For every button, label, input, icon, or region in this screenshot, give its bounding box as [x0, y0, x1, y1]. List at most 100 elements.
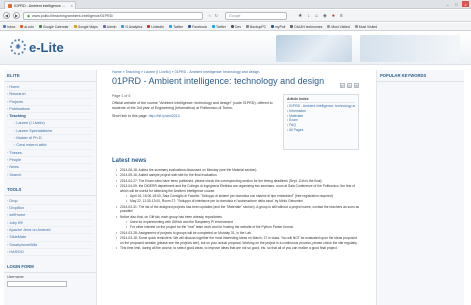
bookmark-item[interactable]: myPoli: [271, 25, 285, 29]
bookmark-item[interactable]: Most Visited: [327, 24, 350, 29]
print-icon[interactable]: ⎙: [347, 83, 352, 88]
article-index-list: 01PRD - Ambient intelligence: technology…: [287, 104, 355, 133]
star-icon[interactable]: ☆: [208, 13, 212, 18]
username-field[interactable]: [7, 281, 67, 288]
tab-close-icon[interactable]: ×: [71, 3, 73, 8]
toolbar-icons: ★ ↓ ⌂ ◈ ● ≡: [298, 13, 343, 19]
minimize-icon[interactable]: –: [444, 1, 451, 7]
news-item: 2014-03-18: Some quick reminders: We wil…: [116, 236, 360, 245]
sidebar-item[interactable]: People: [7, 157, 93, 165]
site-header: ✺ e-Lite: [0, 32, 471, 65]
sidebar-item[interactable]: News: [7, 164, 93, 172]
news-item: This time limit, during all the course, …: [116, 246, 360, 251]
tools-item[interactable]: SlideMate: [7, 234, 93, 242]
url-bar[interactable]: ◉ www.polito.it/teaching/ambient-intelli…: [23, 11, 203, 20]
breadcrumb[interactable]: Home » Teaching » Lauree (I Livello) » 0…: [112, 70, 362, 74]
bookmark-item[interactable]: Twitter: [169, 25, 183, 29]
sidebar-item[interactable]: Teaching: [7, 113, 93, 121]
forward-icon[interactable]: ▶: [13, 12, 20, 19]
tools-item[interactable]: Apache Jena on Android: [7, 227, 93, 235]
sidebar-item[interactable]: Research: [7, 91, 93, 99]
reload-icon[interactable]: ↻: [215, 13, 218, 18]
tools-item[interactable]: Drop: [7, 198, 93, 206]
sidebar-item[interactable]: Lauree (I Livello): [7, 120, 93, 128]
bookmark-item[interactable]: Google Calendar: [38, 24, 69, 29]
news-item: 2014-03-31: The list of the assigned pro…: [116, 205, 360, 214]
tools-item[interactable]: DropBox: [7, 205, 93, 213]
page-number: Page 1 of 5: [112, 94, 131, 98]
sidebar-item[interactable]: Publications: [7, 106, 93, 114]
news-item: For other interest on the project for th…: [126, 225, 360, 230]
bookmark-item[interactable]: Admin: [102, 25, 116, 29]
intro-box: Page 1 of 5 Official website of the cour…: [112, 94, 274, 154]
article-index-title: Article Index: [287, 97, 355, 103]
bookmark-icon: [38, 25, 42, 28]
username-label: Username: [7, 275, 24, 280]
site-logo[interactable]: ✺ e-Lite: [10, 39, 64, 55]
bookmark-label: DAUIN technomes: [294, 24, 323, 29]
sidebar-item[interactable]: Corsi esterni attivi: [7, 142, 93, 150]
back-icon[interactable]: ◀: [3, 12, 10, 19]
sidebar-item[interactable]: Home: [7, 84, 93, 92]
page-tools: P ⎙ ✉: [340, 83, 359, 88]
bookmark-icon: [147, 25, 151, 28]
bookmark-item[interactable]: G Analytics: [121, 25, 142, 29]
main-content: Home » Teaching » Lauree (I Livello) » 0…: [112, 70, 362, 305]
bookmark-label: Twitter: [216, 24, 227, 29]
bookmark-item[interactable]: Inbox: [3, 25, 15, 29]
intro-text: Official website of the course "Ambient …: [112, 101, 273, 110]
url-actions: ☆ ↻: [208, 13, 218, 18]
bookmark-label: Dev: [235, 24, 242, 29]
bookmark-item[interactable]: DAUIN technomes: [290, 25, 322, 29]
bookmark-label: G Analytics: [125, 24, 143, 29]
sidebar-item[interactable]: Search: [7, 172, 93, 179]
bookmark-item[interactable]: Google Maps: [73, 25, 98, 29]
news-item: May 22, 11:30-13:00, Room 27: "Sviluppo …: [126, 199, 360, 204]
tools-item[interactable]: selfHome: [7, 212, 93, 220]
bookmark-item[interactable]: Twitter: [212, 25, 226, 29]
close-window-icon[interactable]: ×: [462, 1, 469, 7]
sidebar-item[interactable]: Theses: [7, 150, 93, 157]
pdf-icon[interactable]: P: [340, 83, 345, 88]
bookmark-item[interactable]: Facebook: [188, 25, 207, 29]
bookmark-label: Twitter: [173, 24, 184, 29]
tools-item[interactable]: HASSIO: [7, 249, 93, 257]
bookmark-label: Google Calendar: [42, 24, 69, 29]
extension-icon[interactable]: ◈: [323, 13, 327, 19]
download-icon[interactable]: ↓: [307, 13, 310, 19]
bookmark-label: Most Visited: [331, 24, 350, 29]
bookmark-icon: [212, 25, 216, 28]
sidebar-item[interactable]: Master di Ph.D.: [7, 135, 93, 143]
sidebar-item[interactable]: Lauree Specialistiche: [7, 128, 93, 136]
tools-item[interactable]: SmartphoneWiki: [7, 242, 93, 249]
bookmark-label: Inbox: [7, 24, 16, 29]
bookmark-icon: [102, 25, 106, 28]
bookmarks-bar: Inbox ai.vcln Google Calendar Google Maps Ad…: [0, 23, 471, 31]
home-icon[interactable]: ⌂: [315, 13, 318, 19]
url-text: www.polito.it/teaching/ambient-intellige…: [32, 13, 114, 18]
bookmark-item[interactable]: LinkedIn: [147, 25, 164, 29]
email-icon[interactable]: ✉: [354, 83, 359, 88]
bookmark-icon: [3, 25, 6, 28]
sidebar-item[interactable]: Projects: [7, 99, 93, 106]
search-input[interactable]: Google: [224, 11, 287, 20]
browser-tab[interactable]: 01PRD - Ambient intelligence ... ×: [4, 1, 76, 9]
article-index-item[interactable]: All Pages: [287, 128, 355, 133]
bookmark-icon[interactable]: ★: [298, 13, 302, 19]
addon-icon[interactable]: ●: [332, 13, 335, 19]
tools-item[interactable]: Jolly Eff: [7, 220, 93, 228]
menu-icon[interactable]: ≡: [340, 13, 343, 19]
news-item: Notice also that, on GitHub, each group …: [116, 215, 360, 220]
sidebar-title: ELITE: [4, 70, 96, 82]
sidebar: ELITE HomeResearchProjectsPublicationsTe…: [4, 70, 97, 305]
bookmark-icon: [290, 25, 294, 28]
short-url-link[interactable]: http://bit.ly/ami2014: [149, 114, 180, 118]
login-title: LOGIN FORM: [4, 261, 96, 274]
bookmark-item[interactable]: Most Visited: [354, 25, 377, 29]
bookmark-item[interactable]: BackupPC: [246, 25, 266, 29]
bookmark-item[interactable]: ai.vcln: [20, 25, 34, 29]
bookmark-label: BackupPC: [250, 24, 267, 29]
maximize-icon[interactable]: □: [453, 1, 460, 7]
bookmark-item[interactable]: Dev: [231, 25, 241, 29]
bookmark-icon: [231, 25, 235, 28]
